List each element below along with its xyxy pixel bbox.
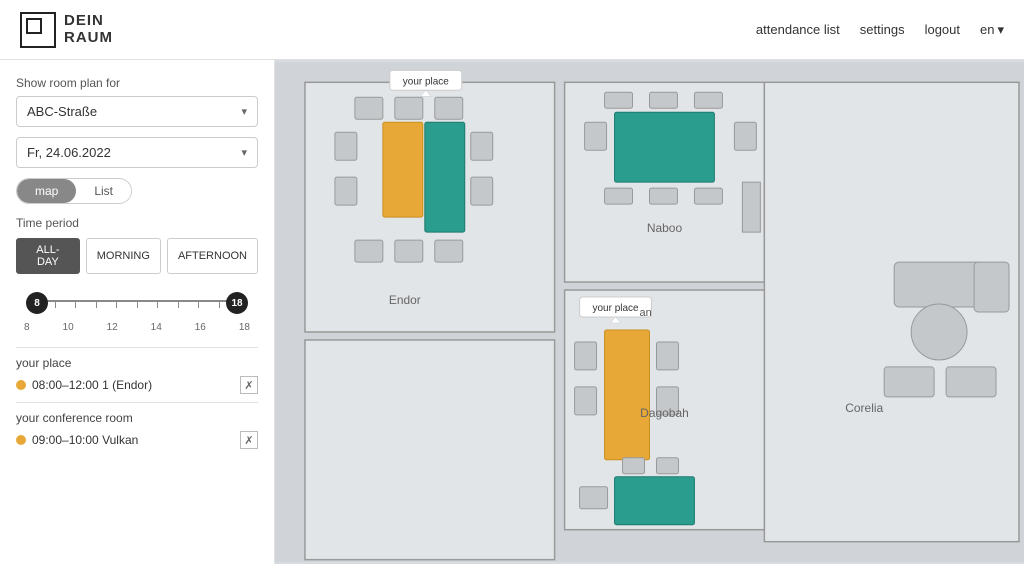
location-value: ABC-Straße	[27, 104, 97, 119]
attendance-list-link[interactable]: attendance list	[756, 22, 840, 37]
time-period-label: Time period	[16, 216, 258, 230]
date-select[interactable]: Fr, 24.06.2022 ▾	[16, 137, 258, 168]
room-label-corelia: Corelia	[845, 401, 883, 415]
tick	[219, 300, 220, 308]
tick-marks	[34, 300, 240, 308]
main-layout: Show room plan for ABC-Straße ▾ Fr, 24.0…	[0, 60, 1024, 564]
date-value: Fr, 24.06.2022	[27, 145, 111, 160]
header: DEIN RAUM attendance list settings logou…	[0, 0, 1024, 60]
date-arrow-icon: ▾	[241, 146, 247, 159]
timeline-track[interactable]: 8 18	[20, 288, 254, 318]
tick	[178, 300, 179, 308]
logout-link[interactable]: logout	[925, 22, 960, 37]
tick-label: 14	[151, 322, 162, 333]
afternoon-button[interactable]: AFTERNOON	[167, 238, 258, 274]
logo-line1: DEIN	[64, 12, 104, 29]
lang-chevron-icon: ▾	[997, 22, 1004, 38]
divider	[16, 402, 258, 403]
tick	[157, 300, 158, 308]
logo: DEIN RAUM	[20, 12, 113, 48]
nav-links: attendance list settings logout en ▾	[756, 22, 1004, 38]
room-label-dagobah: Dagobah	[640, 406, 689, 420]
booking-item-vulkan: 09:00–10:00 Vulkan ✗	[16, 431, 258, 449]
booking-dot-vulkan	[16, 435, 26, 445]
list-view-button[interactable]: List	[76, 179, 131, 203]
room-label-endor: Endor	[389, 293, 421, 307]
booking-vulkan-text: 09:00–10:00 Vulkan	[32, 433, 240, 447]
tick	[55, 300, 56, 308]
show-room-label: Show room plan for	[16, 76, 258, 90]
settings-link[interactable]: settings	[860, 22, 905, 37]
tick	[198, 300, 199, 308]
svg-text:your place: your place	[403, 76, 449, 87]
timeline-tick-labels: 8 10 12 14 16 18	[20, 322, 254, 333]
tick-label: 16	[195, 322, 206, 333]
booking-endor-close[interactable]: ✗	[240, 376, 258, 394]
map-area[interactable]: Endor your place Naboo	[275, 60, 1024, 564]
language-selector[interactable]: en ▾	[980, 22, 1004, 38]
timeline: 8 18 8 10 12 14 16 18	[16, 288, 258, 333]
tick-label: 12	[107, 322, 118, 333]
map-view-button[interactable]: map	[17, 179, 76, 203]
your-conf-room-label: your conference room	[16, 411, 258, 425]
location-arrow-icon: ▾	[241, 105, 247, 118]
booking-vulkan-close[interactable]: ✗	[240, 431, 258, 449]
svg-text:your place: your place	[593, 303, 639, 314]
floor-plan-svg: Endor your place Naboo	[275, 60, 1024, 564]
booking-dot	[16, 380, 26, 390]
booking-endor-text: 08:00–12:00 1 (Endor)	[32, 378, 240, 392]
timeline-start-thumb[interactable]: 8	[26, 292, 48, 314]
lang-label: en	[980, 22, 994, 37]
logo-line2: RAUM	[64, 29, 113, 46]
logo-text: DEIN RAUM	[64, 13, 113, 46]
sidebar: Show room plan for ABC-Straße ▾ Fr, 24.0…	[0, 60, 275, 564]
tick	[116, 300, 117, 308]
your-place-label: your place	[16, 356, 258, 370]
tick-label: 18	[239, 322, 250, 333]
morning-button[interactable]: MORNING	[86, 238, 161, 274]
tick-label: 10	[63, 322, 74, 333]
booking-item-endor: 08:00–12:00 1 (Endor) ✗	[16, 376, 258, 394]
allday-button[interactable]: ALL-DAY	[16, 238, 80, 274]
logo-icon	[20, 12, 56, 48]
tick	[137, 300, 138, 308]
time-period-buttons: ALL-DAY MORNING AFTERNOON	[16, 238, 258, 274]
room-partial-label: an	[640, 307, 652, 319]
view-toggle: map List	[16, 178, 132, 204]
tick	[75, 300, 76, 308]
room-label-naboo: Naboo	[647, 221, 683, 235]
divider	[16, 347, 258, 348]
timeline-end-thumb[interactable]: 18	[226, 292, 248, 314]
tick	[96, 300, 97, 308]
tick-label: 8	[24, 322, 30, 333]
location-select[interactable]: ABC-Straße ▾	[16, 96, 258, 127]
